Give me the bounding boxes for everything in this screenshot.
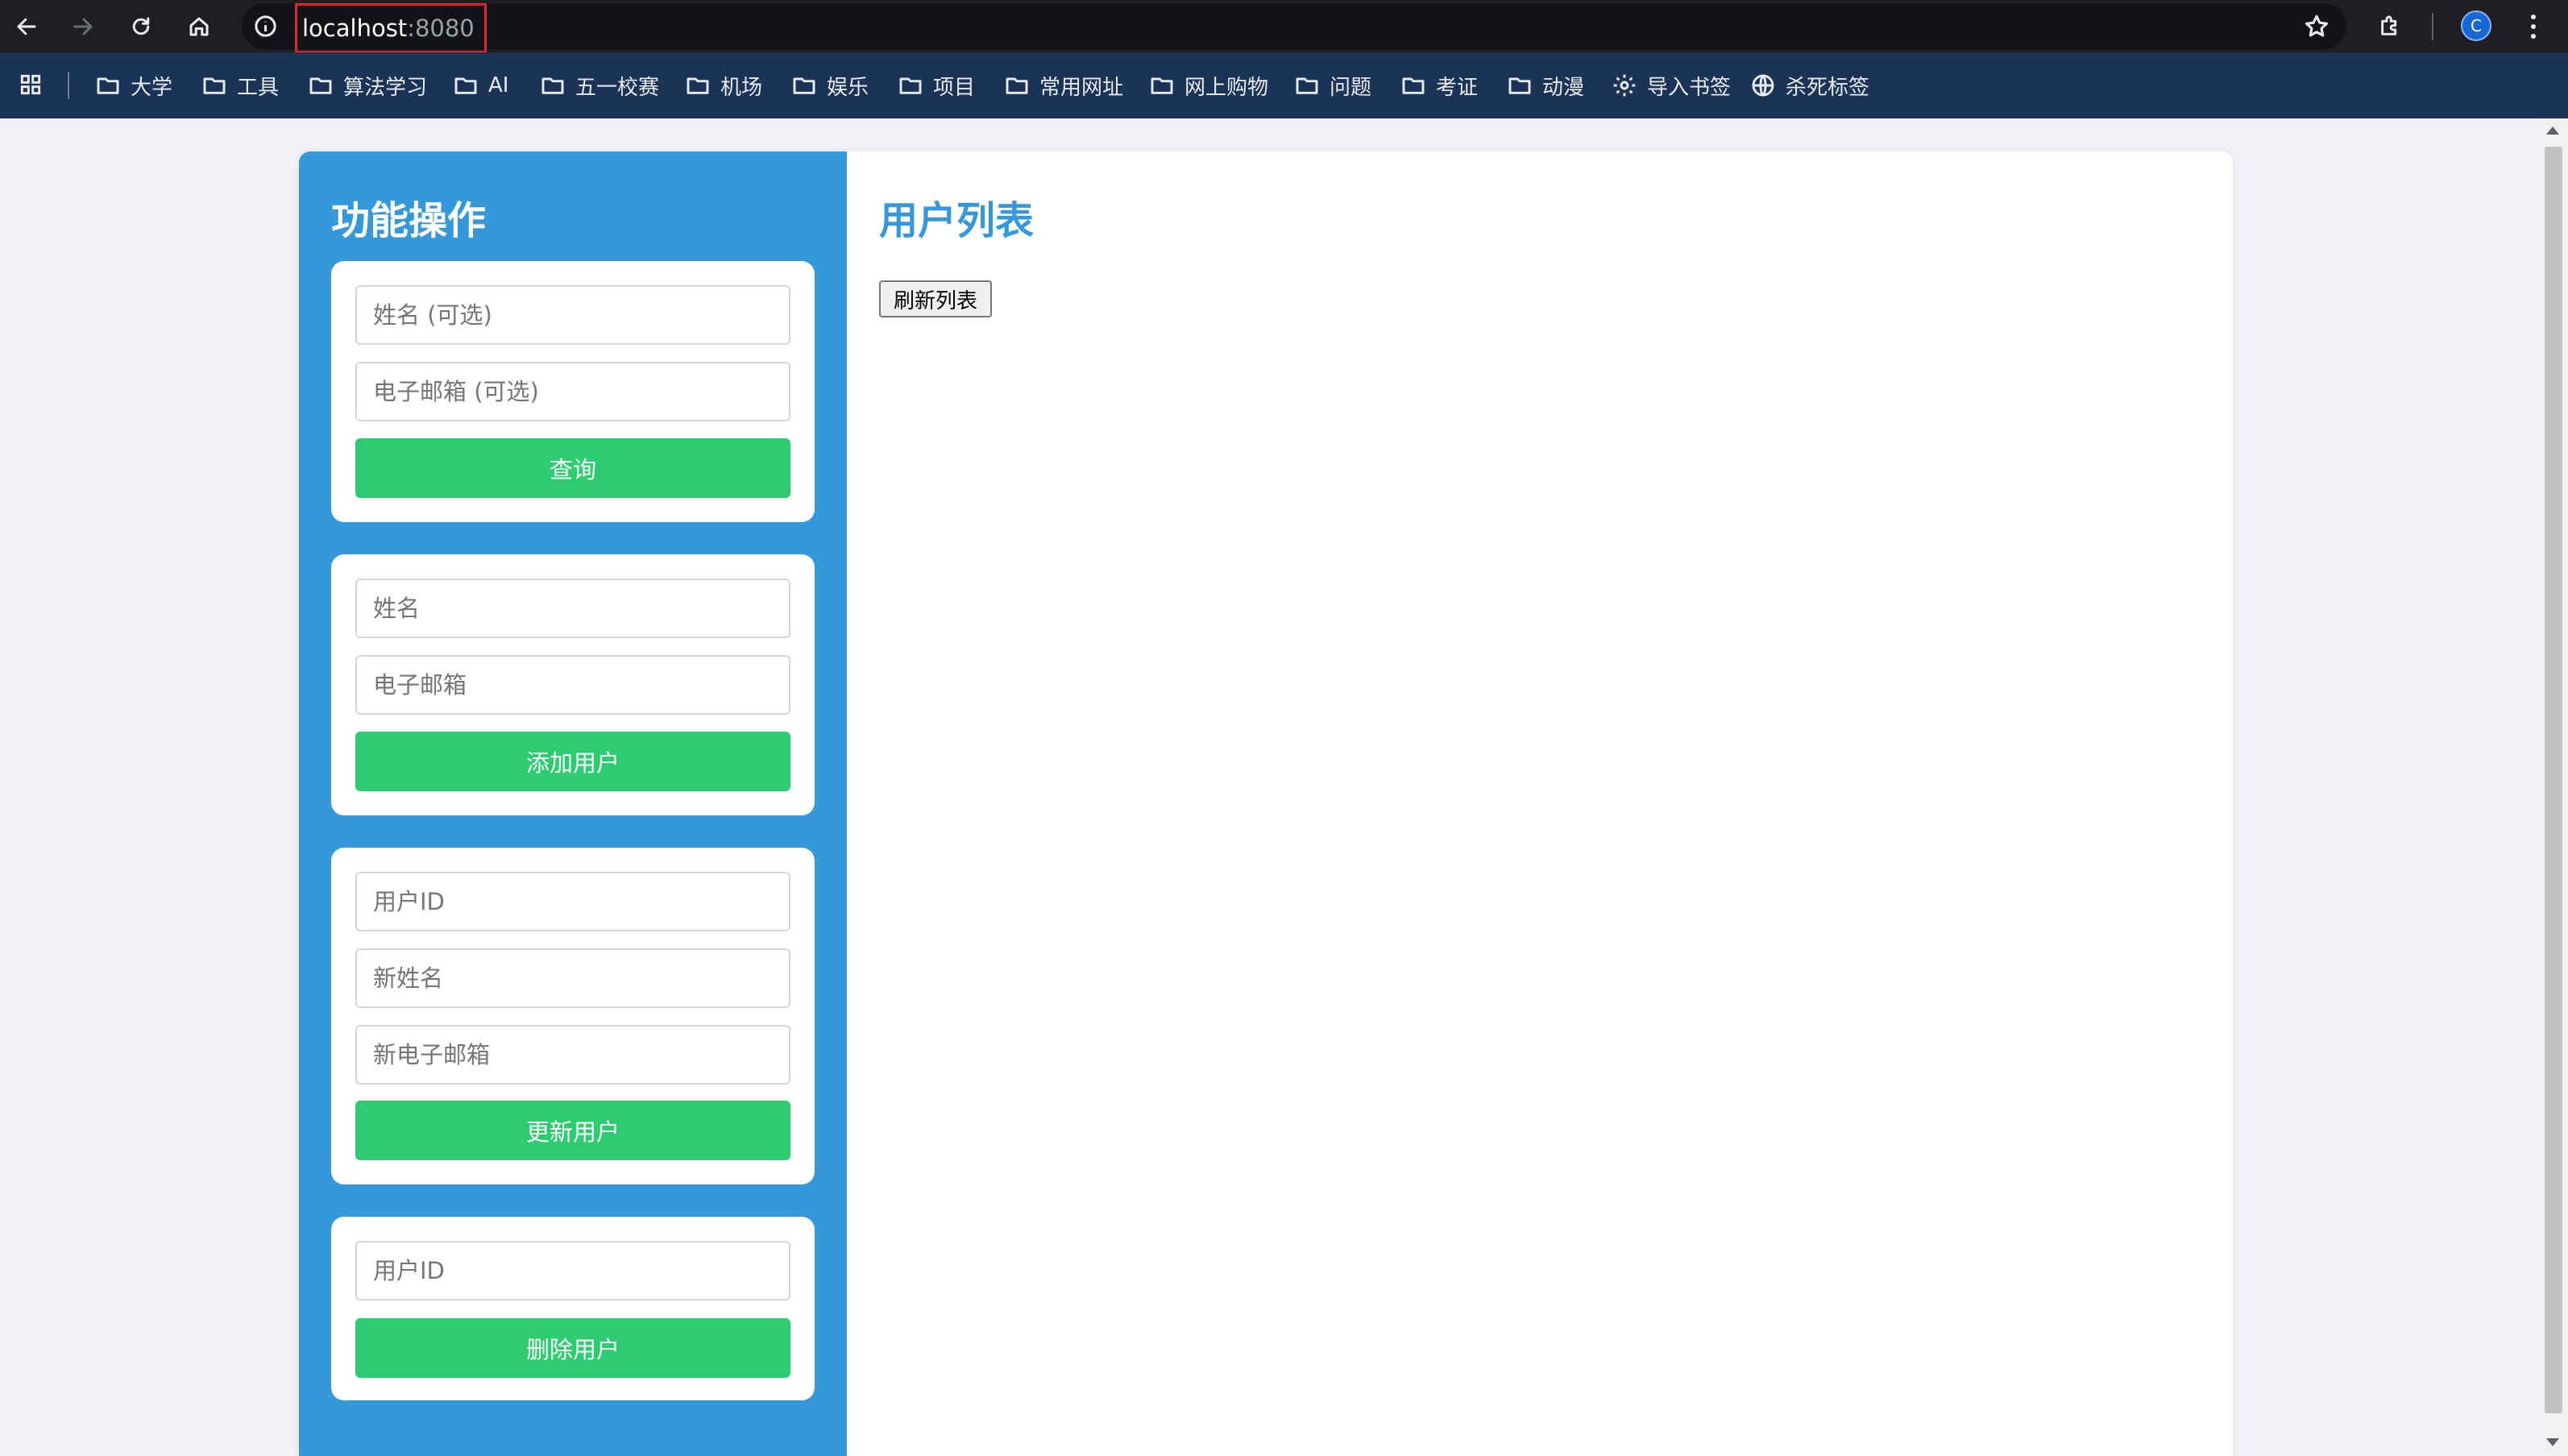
sidebar-title: 功能操作 <box>331 198 487 243</box>
bookmark-item[interactable]: 动漫 <box>1507 67 1584 104</box>
user-list-title: 用户列表 <box>879 198 1035 243</box>
add-name-input[interactable] <box>355 579 790 638</box>
folder-icon <box>97 77 119 94</box>
bookmark-label: 问题 <box>1330 75 1372 100</box>
folder-icon <box>1006 77 1028 94</box>
gear-icon <box>1613 74 1636 97</box>
folder-icon <box>793 77 815 94</box>
folder-icon <box>454 77 477 94</box>
query-button[interactable]: 查询 <box>355 438 790 498</box>
star-icon[interactable] <box>2303 13 2330 40</box>
query-email-input[interactable] <box>355 362 790 421</box>
folder-icon <box>309 77 332 94</box>
scroll-down-arrow-icon[interactable] <box>2546 1438 2559 1446</box>
delete-user-card: 删除用户 <box>331 1217 815 1400</box>
address-bar[interactable]: localhost:8080 <box>242 3 2346 53</box>
url-port: :8080 <box>407 15 475 42</box>
bookmark-label: 算法学习 <box>343 75 428 100</box>
folder-icon <box>541 77 564 94</box>
update-id-input[interactable] <box>355 872 790 931</box>
app-container: 功能操作 查询 添加用户 更新用户 删除用户 用户列表 刷新列表 <box>299 151 2233 1456</box>
home-button[interactable] <box>180 8 218 45</box>
bookmark-item[interactable]: 考证 <box>1400 67 1478 104</box>
bookmark-item[interactable]: 网上购物 <box>1149 67 1268 104</box>
apps-grid-icon[interactable] <box>18 72 44 97</box>
arrow-left-icon <box>17 18 36 35</box>
bookmark-label: 网上购物 <box>1184 75 1269 100</box>
bookmark-item[interactable]: 算法学习 <box>308 67 427 104</box>
url-host: localhost <box>302 15 408 42</box>
bookmarks-bar: 大学 工具 算法学习 AI 五一校赛 机场 娱乐 项目 常用网址 网上购物 问题… <box>0 52 2568 118</box>
toolbar-divider <box>2432 13 2433 40</box>
folder-icon <box>1402 77 1425 94</box>
delete-user-button[interactable]: 删除用户 <box>355 1318 790 1378</box>
add-user-card: 添加用户 <box>331 554 815 815</box>
bookmarks-divider <box>68 72 69 99</box>
bookmark-label: 娱乐 <box>827 75 869 100</box>
update-user-card: 更新用户 <box>331 848 815 1184</box>
puzzle-icon <box>2381 15 2397 35</box>
browser-toolbar: localhost:8080 C <box>0 0 2568 53</box>
scroll-up-arrow-icon[interactable] <box>2546 127 2559 135</box>
bookmark-label: 常用网址 <box>1039 75 1124 100</box>
bookmark-label: 导入书签 <box>1647 75 1732 100</box>
info-icon[interactable] <box>253 14 278 39</box>
query-name-input[interactable] <box>355 285 790 345</box>
scrollbar-thumb[interactable] <box>2545 147 2562 1413</box>
bookmark-item[interactable]: AI <box>453 67 508 104</box>
folder-icon <box>1296 77 1318 94</box>
globe-icon <box>1752 74 1774 97</box>
bookmark-item[interactable]: 项目 <box>898 67 975 104</box>
refresh-list-button[interactable]: 刷新列表 <box>879 280 992 317</box>
bookmark-label: AI <box>488 73 509 97</box>
reload-icon <box>132 17 150 35</box>
bookmark-item[interactable]: 常用网址 <box>1004 67 1123 104</box>
bookmark-label: 五一校赛 <box>575 75 660 100</box>
bookmark-item[interactable]: 问题 <box>1294 67 1371 104</box>
folder-icon <box>899 77 922 94</box>
update-name-input[interactable] <box>355 948 790 1008</box>
profile-avatar[interactable]: C <box>2461 10 2491 41</box>
bookmark-label: 杀死标签 <box>1786 75 1870 100</box>
folder-icon <box>687 77 709 94</box>
bookmark-label: 动漫 <box>1542 75 1585 100</box>
delete-id-input[interactable] <box>355 1241 790 1300</box>
bookmark-item[interactable]: 杀死标签 <box>1750 67 1869 104</box>
bookmark-label: 考证 <box>1436 75 1479 100</box>
bookmark-item[interactable]: 导入书签 <box>1612 67 1731 104</box>
bookmark-label: 项目 <box>933 75 976 100</box>
update-email-input[interactable] <box>355 1025 790 1085</box>
forward-button[interactable] <box>64 8 102 45</box>
update-user-button[interactable]: 更新用户 <box>355 1101 790 1160</box>
arrow-right-icon <box>73 18 93 35</box>
bookmark-item[interactable]: 机场 <box>685 67 762 104</box>
bookmark-item[interactable]: 娱乐 <box>791 67 869 104</box>
bookmark-label: 机场 <box>720 75 763 100</box>
query-card: 查询 <box>331 261 815 522</box>
more-vert-icon[interactable] <box>2517 8 2549 45</box>
page-scrollbar[interactable] <box>2538 118 2568 1456</box>
bookmark-item[interactable]: 大学 <box>95 67 172 104</box>
bookmark-label: 工具 <box>237 75 280 100</box>
bookmark-item[interactable]: 工具 <box>201 67 279 104</box>
extensions-button[interactable] <box>2371 8 2408 45</box>
sidebar: 功能操作 查询 添加用户 更新用户 删除用户 <box>299 151 847 1456</box>
bookmark-item[interactable]: 五一校赛 <box>540 67 659 104</box>
folder-icon <box>1151 77 1173 94</box>
reload-button[interactable] <box>122 8 160 45</box>
url-text[interactable]: localhost:8080 <box>295 3 487 53</box>
bookmark-label: 大学 <box>131 75 173 100</box>
folder-icon <box>1508 77 1531 94</box>
add-email-input[interactable] <box>355 655 790 715</box>
folder-icon <box>203 77 226 94</box>
home-icon <box>189 17 209 36</box>
back-button[interactable] <box>8 8 45 45</box>
add-user-button[interactable]: 添加用户 <box>355 732 790 791</box>
